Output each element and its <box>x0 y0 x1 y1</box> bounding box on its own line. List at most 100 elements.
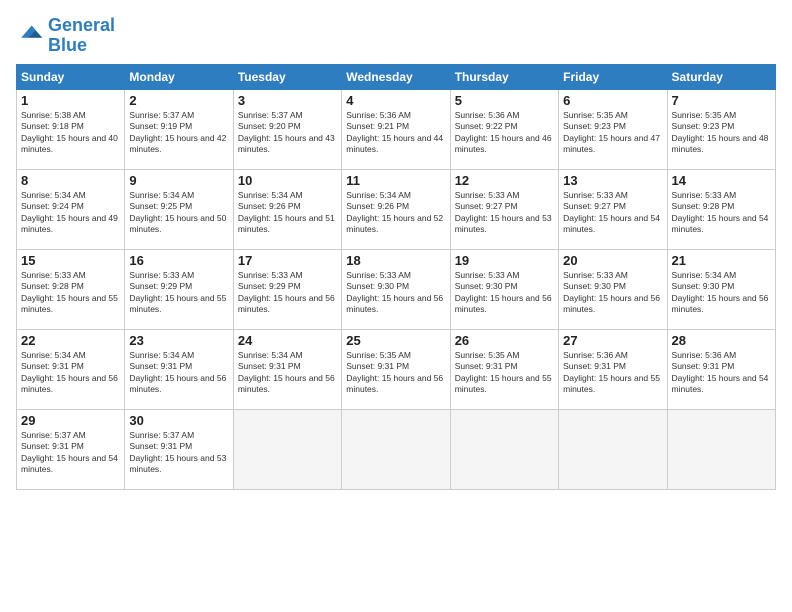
calendar-cell: 18 Sunrise: 5:33 AM Sunset: 9:30 PM Dayl… <box>342 249 450 329</box>
day-number: 20 <box>563 253 662 268</box>
calendar-cell: 17 Sunrise: 5:33 AM Sunset: 9:29 PM Dayl… <box>233 249 341 329</box>
calendar-cell: 25 Sunrise: 5:35 AM Sunset: 9:31 PM Dayl… <box>342 329 450 409</box>
day-info: Sunrise: 5:34 AM Sunset: 9:30 PM Dayligh… <box>672 270 771 316</box>
calendar-cell: 4 Sunrise: 5:36 AM Sunset: 9:21 PM Dayli… <box>342 89 450 169</box>
calendar-week-3: 15 Sunrise: 5:33 AM Sunset: 9:28 PM Dayl… <box>17 249 776 329</box>
day-number: 11 <box>346 173 445 188</box>
logo-text: General Blue <box>48 16 115 56</box>
calendar-cell: 22 Sunrise: 5:34 AM Sunset: 9:31 PM Dayl… <box>17 329 125 409</box>
day-number: 14 <box>672 173 771 188</box>
calendar-cell <box>342 409 450 489</box>
day-number: 7 <box>672 93 771 108</box>
day-info: Sunrise: 5:34 AM Sunset: 9:31 PM Dayligh… <box>129 350 228 396</box>
day-number: 30 <box>129 413 228 428</box>
calendar-cell <box>233 409 341 489</box>
calendar-header-row: SundayMondayTuesdayWednesdayThursdayFrid… <box>17 64 776 89</box>
calendar-cell: 16 Sunrise: 5:33 AM Sunset: 9:29 PM Dayl… <box>125 249 233 329</box>
calendar-header-monday: Monday <box>125 64 233 89</box>
calendar-cell: 27 Sunrise: 5:36 AM Sunset: 9:31 PM Dayl… <box>559 329 667 409</box>
calendar-header-tuesday: Tuesday <box>233 64 341 89</box>
logo-icon <box>16 22 44 50</box>
day-info: Sunrise: 5:33 AM Sunset: 9:29 PM Dayligh… <box>129 270 228 316</box>
day-number: 18 <box>346 253 445 268</box>
day-info: Sunrise: 5:37 AM Sunset: 9:19 PM Dayligh… <box>129 110 228 156</box>
day-info: Sunrise: 5:34 AM Sunset: 9:25 PM Dayligh… <box>129 190 228 236</box>
calendar-cell: 19 Sunrise: 5:33 AM Sunset: 9:30 PM Dayl… <box>450 249 558 329</box>
day-number: 4 <box>346 93 445 108</box>
calendar-table: SundayMondayTuesdayWednesdayThursdayFrid… <box>16 64 776 490</box>
calendar-cell: 30 Sunrise: 5:37 AM Sunset: 9:31 PM Dayl… <box>125 409 233 489</box>
calendar-cell: 11 Sunrise: 5:34 AM Sunset: 9:26 PM Dayl… <box>342 169 450 249</box>
calendar-cell: 7 Sunrise: 5:35 AM Sunset: 9:23 PM Dayli… <box>667 89 775 169</box>
day-info: Sunrise: 5:33 AM Sunset: 9:30 PM Dayligh… <box>455 270 554 316</box>
calendar-cell: 28 Sunrise: 5:36 AM Sunset: 9:31 PM Dayl… <box>667 329 775 409</box>
day-number: 6 <box>563 93 662 108</box>
day-number: 2 <box>129 93 228 108</box>
day-info: Sunrise: 5:34 AM Sunset: 9:31 PM Dayligh… <box>21 350 120 396</box>
day-info: Sunrise: 5:35 AM Sunset: 9:23 PM Dayligh… <box>563 110 662 156</box>
calendar-cell: 6 Sunrise: 5:35 AM Sunset: 9:23 PM Dayli… <box>559 89 667 169</box>
day-number: 1 <box>21 93 120 108</box>
day-info: Sunrise: 5:33 AM Sunset: 9:29 PM Dayligh… <box>238 270 337 316</box>
day-info: Sunrise: 5:37 AM Sunset: 9:31 PM Dayligh… <box>21 430 120 476</box>
day-info: Sunrise: 5:35 AM Sunset: 9:23 PM Dayligh… <box>672 110 771 156</box>
calendar-cell: 9 Sunrise: 5:34 AM Sunset: 9:25 PM Dayli… <box>125 169 233 249</box>
day-info: Sunrise: 5:37 AM Sunset: 9:20 PM Dayligh… <box>238 110 337 156</box>
logo: General Blue <box>16 16 115 56</box>
day-number: 8 <box>21 173 120 188</box>
day-info: Sunrise: 5:36 AM Sunset: 9:31 PM Dayligh… <box>672 350 771 396</box>
calendar-week-5: 29 Sunrise: 5:37 AM Sunset: 9:31 PM Dayl… <box>17 409 776 489</box>
calendar-cell <box>559 409 667 489</box>
calendar-cell: 3 Sunrise: 5:37 AM Sunset: 9:20 PM Dayli… <box>233 89 341 169</box>
calendar-header-wednesday: Wednesday <box>342 64 450 89</box>
day-number: 10 <box>238 173 337 188</box>
calendar-cell <box>667 409 775 489</box>
day-info: Sunrise: 5:38 AM Sunset: 9:18 PM Dayligh… <box>21 110 120 156</box>
day-number: 15 <box>21 253 120 268</box>
calendar-week-2: 8 Sunrise: 5:34 AM Sunset: 9:24 PM Dayli… <box>17 169 776 249</box>
calendar-header-saturday: Saturday <box>667 64 775 89</box>
day-info: Sunrise: 5:33 AM Sunset: 9:27 PM Dayligh… <box>563 190 662 236</box>
calendar-header-thursday: Thursday <box>450 64 558 89</box>
day-info: Sunrise: 5:33 AM Sunset: 9:28 PM Dayligh… <box>21 270 120 316</box>
day-info: Sunrise: 5:36 AM Sunset: 9:21 PM Dayligh… <box>346 110 445 156</box>
calendar-cell: 15 Sunrise: 5:33 AM Sunset: 9:28 PM Dayl… <box>17 249 125 329</box>
day-number: 22 <box>21 333 120 348</box>
calendar-cell: 23 Sunrise: 5:34 AM Sunset: 9:31 PM Dayl… <box>125 329 233 409</box>
day-info: Sunrise: 5:33 AM Sunset: 9:27 PM Dayligh… <box>455 190 554 236</box>
day-info: Sunrise: 5:34 AM Sunset: 9:26 PM Dayligh… <box>346 190 445 236</box>
calendar-cell: 20 Sunrise: 5:33 AM Sunset: 9:30 PM Dayl… <box>559 249 667 329</box>
day-number: 21 <box>672 253 771 268</box>
day-number: 13 <box>563 173 662 188</box>
day-number: 17 <box>238 253 337 268</box>
day-info: Sunrise: 5:33 AM Sunset: 9:30 PM Dayligh… <box>346 270 445 316</box>
calendar-body: 1 Sunrise: 5:38 AM Sunset: 9:18 PM Dayli… <box>17 89 776 489</box>
day-number: 24 <box>238 333 337 348</box>
header: General Blue <box>16 16 776 56</box>
day-number: 28 <box>672 333 771 348</box>
day-number: 19 <box>455 253 554 268</box>
calendar-cell: 24 Sunrise: 5:34 AM Sunset: 9:31 PM Dayl… <box>233 329 341 409</box>
day-number: 29 <box>21 413 120 428</box>
calendar-week-1: 1 Sunrise: 5:38 AM Sunset: 9:18 PM Dayli… <box>17 89 776 169</box>
calendar-cell: 8 Sunrise: 5:34 AM Sunset: 9:24 PM Dayli… <box>17 169 125 249</box>
calendar-cell: 12 Sunrise: 5:33 AM Sunset: 9:27 PM Dayl… <box>450 169 558 249</box>
calendar-cell: 1 Sunrise: 5:38 AM Sunset: 9:18 PM Dayli… <box>17 89 125 169</box>
day-info: Sunrise: 5:34 AM Sunset: 9:24 PM Dayligh… <box>21 190 120 236</box>
calendar-cell: 10 Sunrise: 5:34 AM Sunset: 9:26 PM Dayl… <box>233 169 341 249</box>
day-info: Sunrise: 5:33 AM Sunset: 9:30 PM Dayligh… <box>563 270 662 316</box>
calendar-cell: 13 Sunrise: 5:33 AM Sunset: 9:27 PM Dayl… <box>559 169 667 249</box>
day-number: 25 <box>346 333 445 348</box>
day-info: Sunrise: 5:36 AM Sunset: 9:31 PM Dayligh… <box>563 350 662 396</box>
day-info: Sunrise: 5:36 AM Sunset: 9:22 PM Dayligh… <box>455 110 554 156</box>
day-number: 12 <box>455 173 554 188</box>
calendar-cell <box>450 409 558 489</box>
calendar-header-sunday: Sunday <box>17 64 125 89</box>
day-number: 27 <box>563 333 662 348</box>
calendar-header-friday: Friday <box>559 64 667 89</box>
day-number: 23 <box>129 333 228 348</box>
day-info: Sunrise: 5:34 AM Sunset: 9:26 PM Dayligh… <box>238 190 337 236</box>
day-info: Sunrise: 5:37 AM Sunset: 9:31 PM Dayligh… <box>129 430 228 476</box>
day-info: Sunrise: 5:33 AM Sunset: 9:28 PM Dayligh… <box>672 190 771 236</box>
calendar-week-4: 22 Sunrise: 5:34 AM Sunset: 9:31 PM Dayl… <box>17 329 776 409</box>
